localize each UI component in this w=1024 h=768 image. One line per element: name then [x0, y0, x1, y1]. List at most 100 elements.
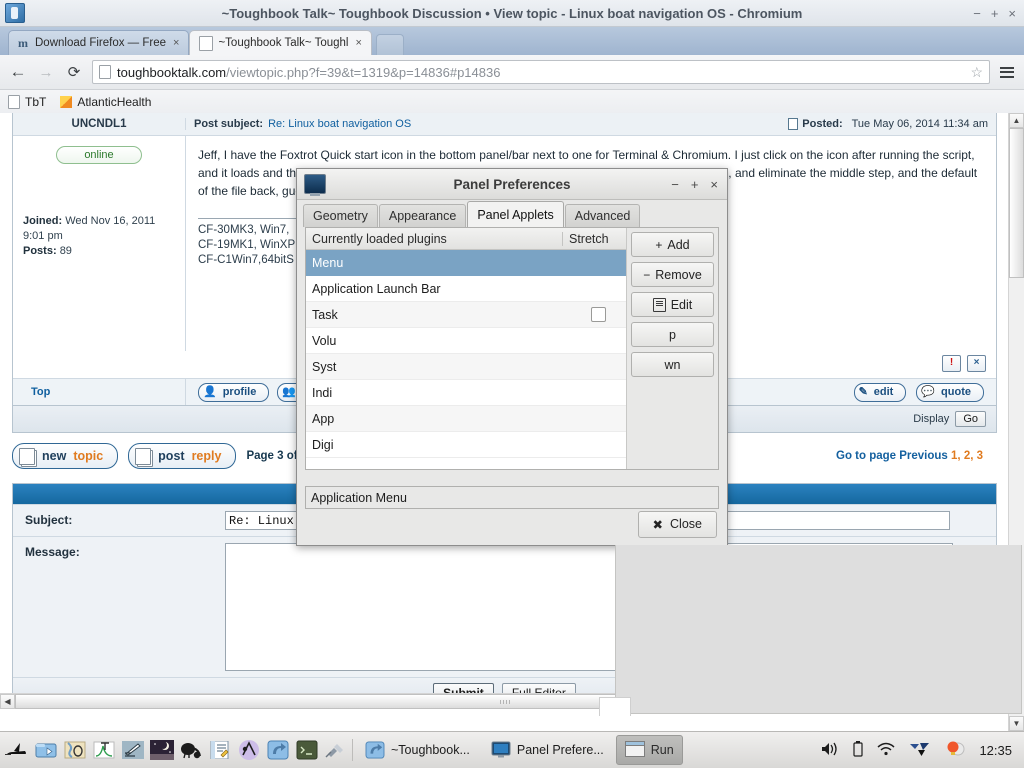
tab-label: Download Firefox — Free	[35, 37, 167, 49]
profile-button[interactable]: 👤 profile	[198, 382, 270, 402]
remove-button[interactable]: − Remove	[631, 262, 714, 287]
taskbar-window-toughbook[interactable]: ~Toughbook...	[356, 735, 479, 765]
plot-icon[interactable]	[91, 737, 117, 763]
brightness-icon[interactable]	[944, 740, 966, 761]
tab-advanced[interactable]: Advanced	[564, 204, 641, 227]
list-item[interactable]: Syst	[306, 354, 626, 380]
blue-app-icon[interactable]	[265, 737, 291, 763]
stretch-column-label: Stretch	[562, 231, 626, 246]
posts-value: 89	[59, 245, 72, 257]
dialog-close-button[interactable]: ×	[710, 177, 718, 192]
dialog-tabs: Geometry Appearance Panel Applets Advanc…	[297, 200, 727, 227]
pencil-icon: ✎	[858, 385, 868, 398]
move-up-button[interactable]: p	[631, 322, 714, 347]
back-icon[interactable]: ←	[8, 62, 28, 82]
dialog-maximize-button[interactable]: +	[691, 177, 699, 192]
delete-post-icon[interactable]: ×	[967, 355, 986, 372]
page-number-links[interactable]: 1, 2, 3	[951, 450, 983, 462]
tab-toughbook-talk[interactable]: ~Toughbook Talk~ Toughl ×	[189, 30, 372, 55]
satellite-icon[interactable]	[323, 737, 349, 763]
plus-icon: +	[655, 237, 663, 252]
post-reply-button[interactable]: post reply	[128, 443, 237, 469]
close-button-label: Close	[670, 517, 702, 531]
dialog-footer: ✖ Close	[297, 503, 727, 545]
post-subject-link[interactable]: Re: Linux boat navigation OS	[268, 118, 411, 130]
dialog-title: Panel Preferences	[453, 176, 571, 192]
display-go-button[interactable]: Go	[955, 411, 986, 427]
taskbar-window-run[interactable]: Run	[615, 735, 683, 765]
close-dialog-button[interactable]: ✖ Close	[637, 510, 717, 538]
posts-label: Posts:	[23, 245, 57, 257]
scroll-down-icon[interactable]: ▼	[1009, 716, 1024, 731]
scroll-up-icon[interactable]: ▲	[1009, 113, 1024, 128]
add-button[interactable]: + Add	[631, 232, 714, 257]
battery-icon[interactable]	[853, 740, 864, 760]
post-right-actions: ✎ edit 💬 quote	[853, 382, 996, 402]
tab-close-icon[interactable]: ×	[171, 37, 179, 49]
plugins-column-label: Currently loaded plugins	[312, 231, 447, 246]
forward-icon: →	[38, 63, 54, 81]
tab-download-firefox[interactable]: m Download Firefox — Free ×	[8, 30, 190, 55]
maximize-button[interactable]: +	[991, 7, 999, 20]
minimize-button[interactable]: −	[973, 7, 981, 20]
move-down-button[interactable]: wn	[631, 352, 714, 377]
dialog-minimize-button[interactable]: −	[671, 177, 679, 192]
report-post-icon[interactable]: !	[942, 355, 961, 372]
list-item[interactable]: Task	[306, 302, 626, 328]
reload-icon[interactable]: ⟳	[64, 62, 84, 82]
top-link[interactable]: Top	[13, 386, 185, 398]
kiwi-icon[interactable]	[178, 737, 204, 763]
tab-appearance[interactable]: Appearance	[378, 204, 467, 227]
list-item[interactable]: Menu	[306, 250, 626, 276]
speech-bubble-icon: 💬	[921, 385, 936, 398]
wifi-icon[interactable]	[876, 742, 896, 759]
vscroll-thumb[interactable]	[1009, 128, 1024, 278]
list-item[interactable]: Digi	[306, 432, 626, 458]
navigation-icon[interactable]	[236, 737, 262, 763]
file-manager-icon[interactable]	[33, 737, 59, 763]
plugin-buttons-column: + Add − Remove Edit p wn	[626, 228, 718, 469]
message-label: Message:	[25, 545, 80, 559]
list-item[interactable]: Application Launch Bar	[306, 276, 626, 302]
tab-geometry[interactable]: Geometry	[303, 204, 378, 227]
quote-button[interactable]: 💬 quote	[916, 382, 984, 402]
tab-panel-applets[interactable]: Panel Applets	[467, 201, 564, 227]
new-topic-button[interactable]: new topic	[12, 443, 119, 469]
user-icon: 👤	[203, 385, 217, 398]
dialog-body: Currently loaded plugins Stretch Menu Ap…	[297, 227, 1022, 716]
tab-close-icon[interactable]: ×	[353, 37, 361, 49]
terminal-icon[interactable]	[294, 737, 320, 763]
address-bar[interactable]: toughbooktalk.com/viewtopic.php?f=39&t=1…	[92, 60, 990, 84]
posted-value: Tue May 06, 2014 11:34 am	[851, 118, 988, 130]
clock[interactable]: 12:35	[979, 743, 1012, 758]
edit-button-label: edit	[873, 386, 894, 398]
system-tray: 12:35	[820, 740, 1020, 761]
volume-icon[interactable]	[820, 741, 840, 760]
notes-icon[interactable]	[207, 737, 233, 763]
edit-button[interactable]: Edit	[631, 292, 714, 317]
scroll-left-icon[interactable]: ◀	[0, 694, 15, 709]
chrome-menu-icon[interactable]	[998, 66, 1016, 78]
night-sky-icon[interactable]	[149, 737, 175, 763]
bookmark-star-icon[interactable]: ☆	[964, 64, 983, 81]
boat-icon[interactable]	[4, 737, 30, 763]
list-item[interactable]: Indi	[306, 380, 626, 406]
list-item[interactable]: Volu	[306, 328, 626, 354]
map-icon[interactable]	[62, 737, 88, 763]
close-button[interactable]: ×	[1008, 7, 1016, 20]
profile-meta: Joined: Wed Nov 16, 2011 9:01 pm Posts: …	[23, 214, 175, 259]
list-item[interactable]: App	[306, 406, 626, 432]
new-tab-button[interactable]	[375, 34, 404, 55]
taskbar-window-label: ~Toughbook...	[391, 743, 470, 757]
stretch-checkbox[interactable]	[591, 307, 606, 322]
editor-icon[interactable]	[120, 737, 146, 763]
popup-corner	[599, 697, 631, 716]
edit-button[interactable]: ✎ edit	[853, 382, 907, 402]
network-icon[interactable]	[909, 741, 931, 760]
bookmark-tbt[interactable]: TbT	[8, 95, 46, 109]
goto-page-label[interactable]: Go to page Previous	[836, 450, 948, 462]
bookmark-atlantichealth[interactable]: AtlanticHealth	[60, 95, 151, 109]
taskbar-window-panel-preferences[interactable]: Panel Prefere...	[482, 735, 613, 765]
joined-label: Joined:	[23, 215, 63, 227]
dialog-window-controls: − + ×	[671, 177, 718, 192]
